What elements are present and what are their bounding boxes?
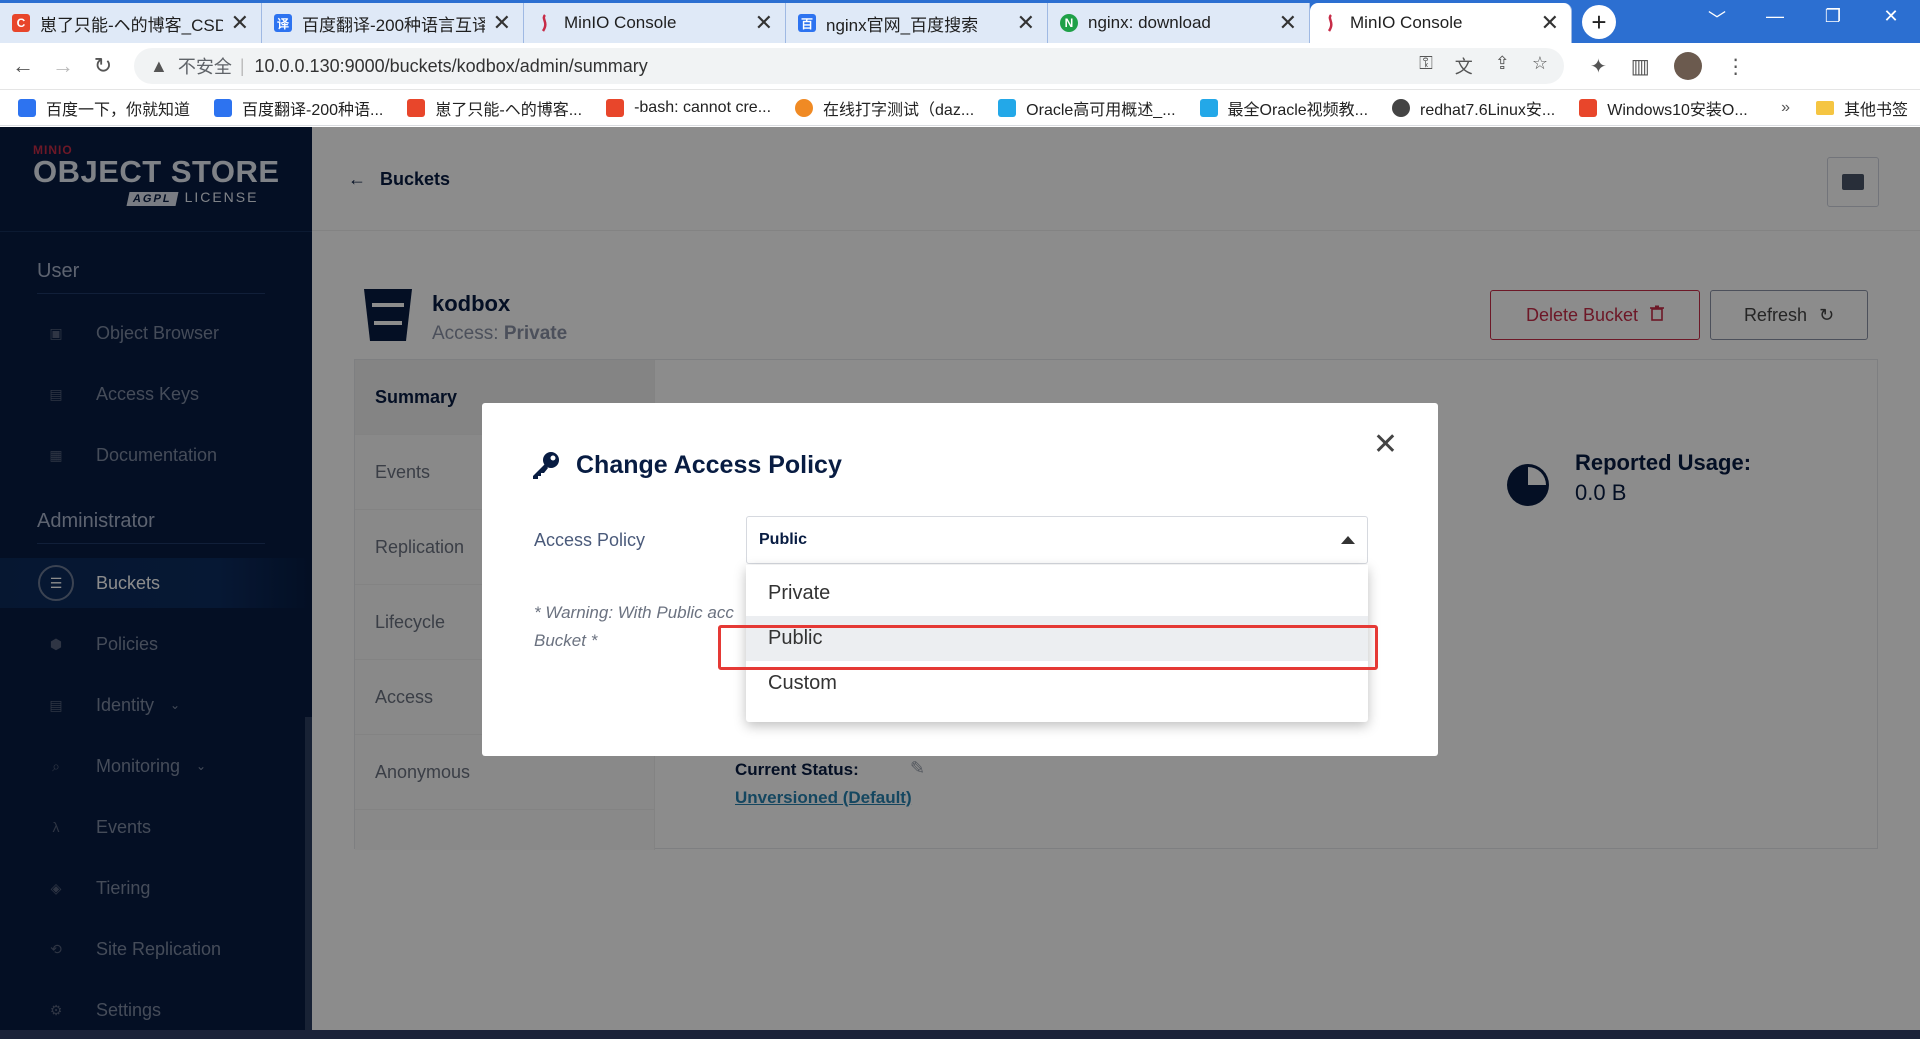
csdn-bookmark-icon [606,98,625,117]
bookmark-label: 百度翻译-200种语... [242,101,384,119]
minio-favicon-icon [536,14,554,32]
warning-line: Bucket * [534,631,598,650]
extensions-icon[interactable]: ✦ [1590,54,1607,79]
csdn-favicon-icon: C [12,14,30,32]
bookmark-star-icon[interactable]: ☆ [1532,53,1548,79]
bookmark-label: 崽了只能-ヘ的博客... [435,101,583,119]
browser-menu-icon[interactable]: ⋮ [1726,54,1746,79]
tab-label: MinIO Console [1350,13,1463,32]
selected-value: Public [759,531,808,548]
tab-close-icon[interactable]: ✕ [231,10,249,36]
annotation-highlight-box [718,625,1378,670]
other-bookmarks-label: 其他书签 [1843,101,1908,119]
warning-line: * Warning: With Public acc [534,603,734,622]
forward-icon[interactable]: → [46,53,80,79]
tab-label: nginx官网_百度搜索 [826,15,979,35]
browser-tab-active[interactable]: MinIO Console ✕ [1310,3,1572,43]
bookmark-label: -bash: cannot cre... [634,98,772,116]
folder-icon [1815,100,1834,115]
bookmark-label: 在线打字测试（daz... [823,101,975,119]
bookmark-label: Windows10安装O... [1607,101,1748,119]
share-icon[interactable]: ⇪ [1495,53,1510,79]
access-policy-select[interactable]: Public [746,516,1368,564]
access-policy-label: Access Policy [534,530,646,550]
browser-toolbar: ✦ ▥ ⋮ [1590,52,1746,80]
baidu-favicon-icon: 百 [798,14,816,32]
bookmarks-bar: 百度一下，你就知道 百度翻译-200种语... 崽了只能-ヘ的博客... -ba… [0,90,1920,126]
typing-test-icon [795,98,814,117]
close-icon[interactable]: ✕ [1373,427,1398,462]
browser-tab[interactable]: C 崽了只能-ヘ的博客_CSDN博 ✕ [0,3,262,43]
bookmark-item[interactable]: -bash: cannot cre... [606,98,772,117]
url-omnibox[interactable]: ▲ 不安全 | 10.0.0.130:9000/buckets/kodbox/a… [134,48,1564,84]
redhat-bookmark-icon [1392,98,1411,117]
csdn-bookmark-icon [1579,98,1598,117]
back-icon[interactable]: ← [6,53,40,79]
bookmarks-overflow-icon[interactable]: » [1781,99,1790,117]
tab-search-icon[interactable]: ﹀ [1688,6,1746,32]
baidu-paw-icon [18,98,36,117]
bookmark-label: 最全Oracle视频教... [1227,101,1369,119]
tab-close-icon[interactable]: ✕ [1279,10,1297,36]
caret-up-icon [1341,536,1355,544]
bilibili-icon [1199,98,1218,117]
bookmark-item[interactable]: 在线打字测试（daz... [795,96,974,120]
bilibili-icon [998,98,1017,117]
tab-close-icon[interactable]: ✕ [1017,10,1035,36]
bookmark-item[interactable]: 最全Oracle视频教... [1199,96,1369,120]
translate-icon[interactable]: 文 [1455,53,1473,79]
bookmark-item[interactable]: redhat7.6Linux安... [1392,96,1555,120]
bookmark-label: 百度一下，你就知道 [46,101,191,119]
window-controls: ﹀ — ❐ ✕ [1688,6,1920,32]
minimize-icon[interactable]: — [1746,6,1804,32]
tab-close-icon[interactable]: ✕ [1541,10,1559,36]
reload-icon[interactable]: ↻ [86,53,120,79]
password-key-icon[interactable]: ⚿ [1419,53,1433,79]
browser-tab-bar: C 崽了只能-ヘ的博客_CSDN博 ✕ 译 百度翻译-200种语言互译、 ✕ M… [0,0,1920,43]
bookmark-item[interactable]: Oracle高可用概述_... [998,96,1176,120]
browser-tab[interactable]: N nginx: download ✕ [1048,3,1310,43]
address-bar-row: ← → ↻ ▲ 不安全 | 10.0.0.130:9000/buckets/ko… [0,43,1920,90]
browser-tab[interactable]: 百 nginx官网_百度搜索 ✕ [786,3,1048,43]
bookmark-item[interactable]: Windows10安装O... [1579,96,1748,120]
nginx-favicon-icon: N [1060,14,1078,32]
os-taskbar [0,1030,1920,1039]
modal-title: Change Access Policy [530,449,842,481]
restore-icon[interactable]: ❐ [1804,6,1862,32]
tab-label: 崽了只能-ヘ的博客_CSDN博 [40,15,223,35]
new-tab-button[interactable]: + [1582,5,1616,39]
warning-icon[interactable]: ▲ [150,56,168,77]
bookmark-label: redhat7.6Linux安... [1420,101,1556,119]
side-panel-icon[interactable]: ▥ [1631,54,1650,79]
tab-close-icon[interactable]: ✕ [755,10,773,36]
csdn-bookmark-icon [407,98,426,117]
window-close-icon[interactable]: ✕ [1862,6,1920,32]
bookmark-item[interactable]: 百度翻译-200种语... [214,96,383,120]
tab-close-icon[interactable]: ✕ [493,10,511,36]
url-separator: | [239,55,245,76]
modal-title-text: Change Access Policy [576,450,842,479]
baidu-translate-favicon-icon: 译 [274,14,292,32]
bookmark-label: Oracle高可用概述_... [1026,101,1176,119]
translate-bookmark-icon [214,98,233,117]
other-bookmarks[interactable]: 其他书签 [1815,96,1908,120]
key-icon [533,452,559,479]
security-status[interactable]: 不安全 [178,53,232,79]
omnibox-actions: ⚿ 文 ⇪ ☆ [1419,53,1548,79]
minio-favicon-icon [1322,14,1340,32]
url-text[interactable]: 10.0.0.130:9000/buckets/kodbox/admin/sum… [255,56,648,77]
bookmark-item[interactable]: 百度一下，你就知道 [18,96,190,120]
tab-label: MinIO Console [564,13,677,32]
bookmark-item[interactable]: 崽了只能-ヘ的博客... [407,96,582,120]
tab-label: nginx: download [1088,13,1211,32]
tab-label: 百度翻译-200种语言互译、 [302,15,485,35]
public-warning-text: * Warning: With Public acc Bucket * [534,599,744,655]
browser-tab[interactable]: MinIO Console ✕ [524,3,786,43]
browser-tab[interactable]: 译 百度翻译-200种语言互译、 ✕ [262,3,524,43]
profile-avatar[interactable] [1673,52,1702,80]
option-private[interactable]: Private [746,571,1368,616]
